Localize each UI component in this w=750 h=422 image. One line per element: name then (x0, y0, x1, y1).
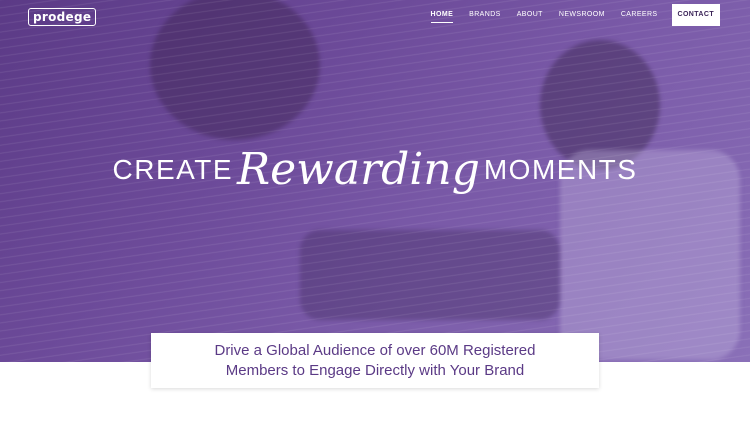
hero-headline: CREATE Rewarding MOMENTS (0, 140, 750, 200)
nav-about[interactable]: ABOUT (509, 4, 551, 26)
nav-brands[interactable]: BRANDS (461, 4, 509, 26)
contact-button[interactable]: CONTACT (671, 4, 720, 26)
tagline-line-1: Drive a Global Audience of over 60M Regi… (214, 341, 536, 359)
prodege-logo[interactable]: prodege (28, 8, 97, 26)
nav-newsroom[interactable]: NEWSROOM (551, 4, 613, 26)
top-navigation: HOME BRANDS ABOUT NEWSROOM CAREERS CONTA… (423, 4, 720, 26)
nav-home[interactable]: HOME (423, 4, 462, 26)
hero-section: prodege HOME BRANDS ABOUT NEWSROOM CAREE… (0, 0, 750, 362)
headline-rewarding: Rewarding (237, 144, 480, 195)
tagline-line-2: Members to Engage Directly with Your Bra… (225, 361, 525, 379)
hero-photo-shape-person-left (150, 0, 320, 140)
nav-careers[interactable]: CAREERS (613, 4, 666, 26)
hero-photo-shape-table (300, 230, 560, 320)
headline-moments: MOMENTS (483, 154, 638, 185)
tagline-card: Drive a Global Audience of over 60M Regi… (151, 333, 599, 388)
headline-create: CREATE (112, 154, 234, 185)
